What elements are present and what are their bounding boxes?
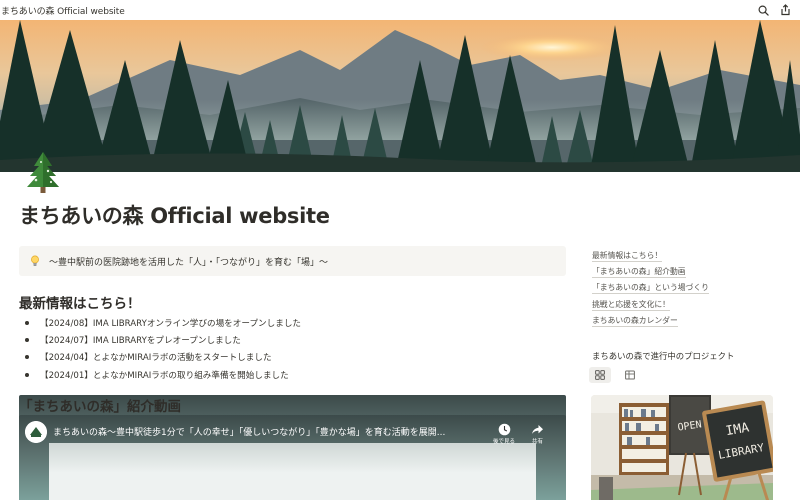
toc-link[interactable]: 「まちあいの森」紹介動画 <box>592 267 686 278</box>
news-list: 【2024/08】IMA LIBRARYオンライン学びの場をオープンしました 【… <box>22 314 301 383</box>
list-item: 【2024/04】とよなかMIRAIラボの活動をスタートしました <box>22 349 301 366</box>
list-item: 【2024/01】とよなかMIRAIラボの取り組み準備を開始しました <box>22 366 301 383</box>
bullet-icon <box>25 355 29 360</box>
clock-icon <box>498 423 510 436</box>
video-share-label: 共有 <box>531 439 543 445</box>
watch-later-label: 後で見る <box>493 439 516 445</box>
project-card-image: OPEN IMA LIBRARY <box>591 395 773 500</box>
news-item-text: 【2024/08】IMA LIBRARYオンライン学びの場をオープンしました <box>40 318 302 329</box>
news-item-text: 【2024/01】とよなかMIRAIラボの取り組み準備を開始しました <box>40 370 289 381</box>
toc-item[interactable]: まちあいの森カレンダー <box>592 313 709 329</box>
cover-image <box>0 20 800 172</box>
toc-link[interactable]: まちあいの森カレンダー <box>592 316 678 327</box>
list-item: 【2024/08】IMA LIBRARYオンライン学びの場をオープンしました <box>22 314 301 331</box>
bullet-icon <box>25 337 29 342</box>
top-bar: まちあいの森 Official website <box>0 0 800 20</box>
site-title: まちあいの森 Official website <box>1 6 125 17</box>
project-card[interactable]: OPEN IMA LIBRARY <box>591 395 773 500</box>
search-icon[interactable] <box>756 3 770 17</box>
page-title: まちあいの森 Official website <box>19 204 330 228</box>
toc-item[interactable]: 最新情報はこちら！ <box>592 248 709 264</box>
news-heading: 最新情報はこちら！ <box>19 296 141 312</box>
view-tabs <box>589 367 641 383</box>
toc-item[interactable]: 「まちあいの森」という場づくり <box>592 281 709 297</box>
top-actions <box>756 3 792 17</box>
evergreen-tree-icon[interactable] <box>22 150 64 194</box>
list-item: 【2024/07】IMA LIBRARYをプレオープンしました <box>22 331 301 348</box>
table-icon <box>625 370 635 380</box>
projects-heading: まちあいの森で進行中のプロジェクト <box>592 351 735 361</box>
bullet-icon <box>25 372 29 377</box>
news-item-text: 【2024/07】IMA LIBRARYをプレオープンしました <box>40 335 241 346</box>
toc-link[interactable]: 「まちあいの森」という場づくり <box>592 283 709 295</box>
video-title[interactable]: まちあいの森〜豊中駅徒歩1分で「人の幸せ」「優しいつながり」「豊かな場」を育む活… <box>53 425 463 438</box>
video-thumbnail-frame <box>49 443 536 500</box>
forward-share-icon <box>532 425 543 434</box>
table-view-tab[interactable] <box>619 367 641 383</box>
bullet-icon <box>25 320 29 325</box>
channel-avatar[interactable] <box>25 421 47 443</box>
lightbulb-icon <box>29 255 41 267</box>
gallery-grid-icon <box>595 370 605 380</box>
gallery-view-tab[interactable] <box>589 367 611 383</box>
video-share-button[interactable]: 共有 <box>531 423 544 445</box>
news-item-text: 【2024/04】とよなかMIRAIラボの活動をスタートしました <box>40 353 272 364</box>
share-icon[interactable] <box>778 3 792 17</box>
toc-link[interactable]: 挑戦と応援を文化に！ <box>592 300 670 311</box>
toc-item[interactable]: 挑戦と応援を文化に！ <box>592 297 709 313</box>
watch-later-button[interactable]: 後で見る <box>493 423 515 445</box>
table-of-contents: 最新情報はこちら！ 「まちあいの森」紹介動画 「まちあいの森」という場づくり 挑… <box>592 248 709 329</box>
video-embed[interactable]: まちあいの森〜豊中駅徒歩1分で「人の幸せ」「優しいつながり」「豊かな場」を育む活… <box>19 415 566 500</box>
callout-text: 〜豊中駅前の医院跡地を活用した「人」・「つながり」を育む「場」〜 <box>49 257 329 268</box>
callout: 〜豊中駅前の医院跡地を活用した「人」・「つながり」を育む「場」〜 <box>19 246 566 276</box>
toc-link[interactable]: 最新情報はこちら！ <box>592 251 663 262</box>
toc-item[interactable]: 「まちあいの森」紹介動画 <box>592 264 709 280</box>
